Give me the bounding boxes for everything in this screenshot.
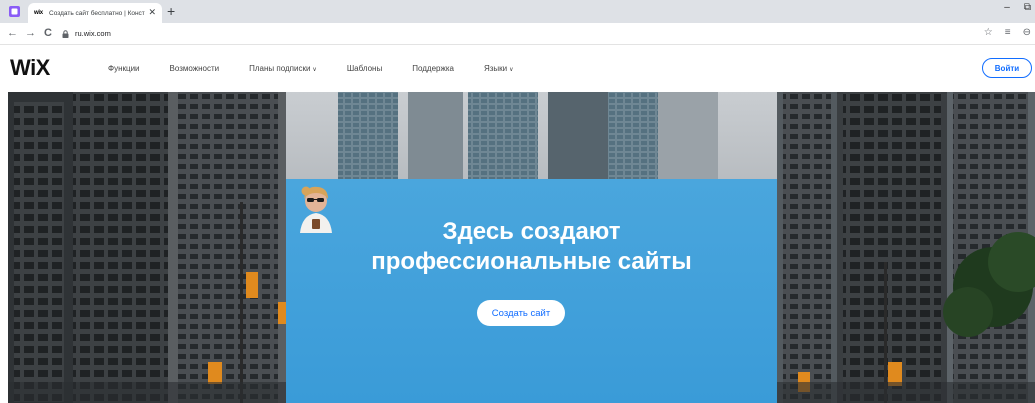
nav-item-features[interactable]: Функции <box>108 64 140 73</box>
nav-item-label: Функции <box>108 64 140 73</box>
nav-item-label: Планы подписки <box>249 64 311 73</box>
site-header: WiX Функции Возможности Планы подписки ∨ … <box>0 45 1035 92</box>
hero-title-line-2: профессиональные сайты <box>371 248 692 275</box>
profile-icon[interactable]: ⊖ <box>1023 27 1031 39</box>
nav-item-label: Шаблоны <box>346 64 383 73</box>
nav-item-support[interactable]: Поддержка <box>412 64 454 73</box>
back-arrow-icon[interactable]: ← <box>7 26 18 40</box>
nav-item-label: Возможности <box>169 64 220 73</box>
reading-list-icon[interactable]: ≡ <box>1005 27 1011 39</box>
tab-close-icon[interactable]: ✕ <box>148 7 156 17</box>
nav-item-plans[interactable]: Планы подписки ∨ <box>249 64 317 73</box>
main-nav: Функции Возможности Планы подписки ∨ Шабл… <box>108 64 544 73</box>
restore-icon[interactable]: ⧉ <box>1024 2 1031 13</box>
nav-item-templates[interactable]: Шаблоны <box>347 64 382 73</box>
hero-title: Здесь создают профессиональные сайты <box>286 217 777 277</box>
chevron-down-icon: ∨ <box>509 67 514 73</box>
nav-item-capabilities[interactable]: Возможности <box>170 64 220 73</box>
nav-item-label: Языки <box>483 64 508 73</box>
wix-favicon-icon: wix <box>34 10 43 16</box>
chevron-down-icon: ∨ <box>312 67 317 73</box>
nav-item-label: Поддержка <box>412 64 454 73</box>
browser-tab[interactable]: wix Создать сайт бесплатно | Конст ✕ <box>28 3 162 23</box>
url-bar[interactable]: ru.wix.com <box>62 26 967 41</box>
woman-photo-image <box>300 186 332 233</box>
lock-icon <box>62 29 69 38</box>
login-button[interactable]: Войти <box>982 58 1032 78</box>
minimize-icon[interactable]: – <box>1004 2 1010 13</box>
hero-title-line-1: Здесь создают <box>442 218 621 245</box>
forward-arrow-icon[interactable]: → <box>25 26 36 40</box>
new-tab-button[interactable]: + <box>167 3 175 19</box>
url-text: ru.wix.com <box>75 29 111 38</box>
browser-tab-bar: wix Создать сайт бесплатно | Конст ✕ + –… <box>0 0 1035 23</box>
promo-card: Здесь создают профессиональные сайты Соз… <box>286 179 777 403</box>
hero-section: Здесь создают профессиональные сайты Соз… <box>8 92 1035 403</box>
reload-icon[interactable]: C <box>44 26 52 40</box>
address-bar-actions: ☆ ≡ ⊖ <box>984 27 1031 39</box>
nav-item-languages[interactable]: Языки ∨ <box>484 64 514 73</box>
wix-logo[interactable]: WiX <box>10 56 50 80</box>
bookmark-star-icon[interactable]: ☆ <box>984 27 993 39</box>
tab-title: Создать сайт бесплатно | Конст <box>49 9 145 17</box>
address-bar-row: ← → C ru.wix.com ☆ ≡ ⊖ <box>0 23 1035 45</box>
create-site-button[interactable]: Создать сайт <box>477 300 565 326</box>
browser-logo-icon[interactable] <box>8 5 21 18</box>
window-controls: – ⧉ <box>1004 2 1031 13</box>
